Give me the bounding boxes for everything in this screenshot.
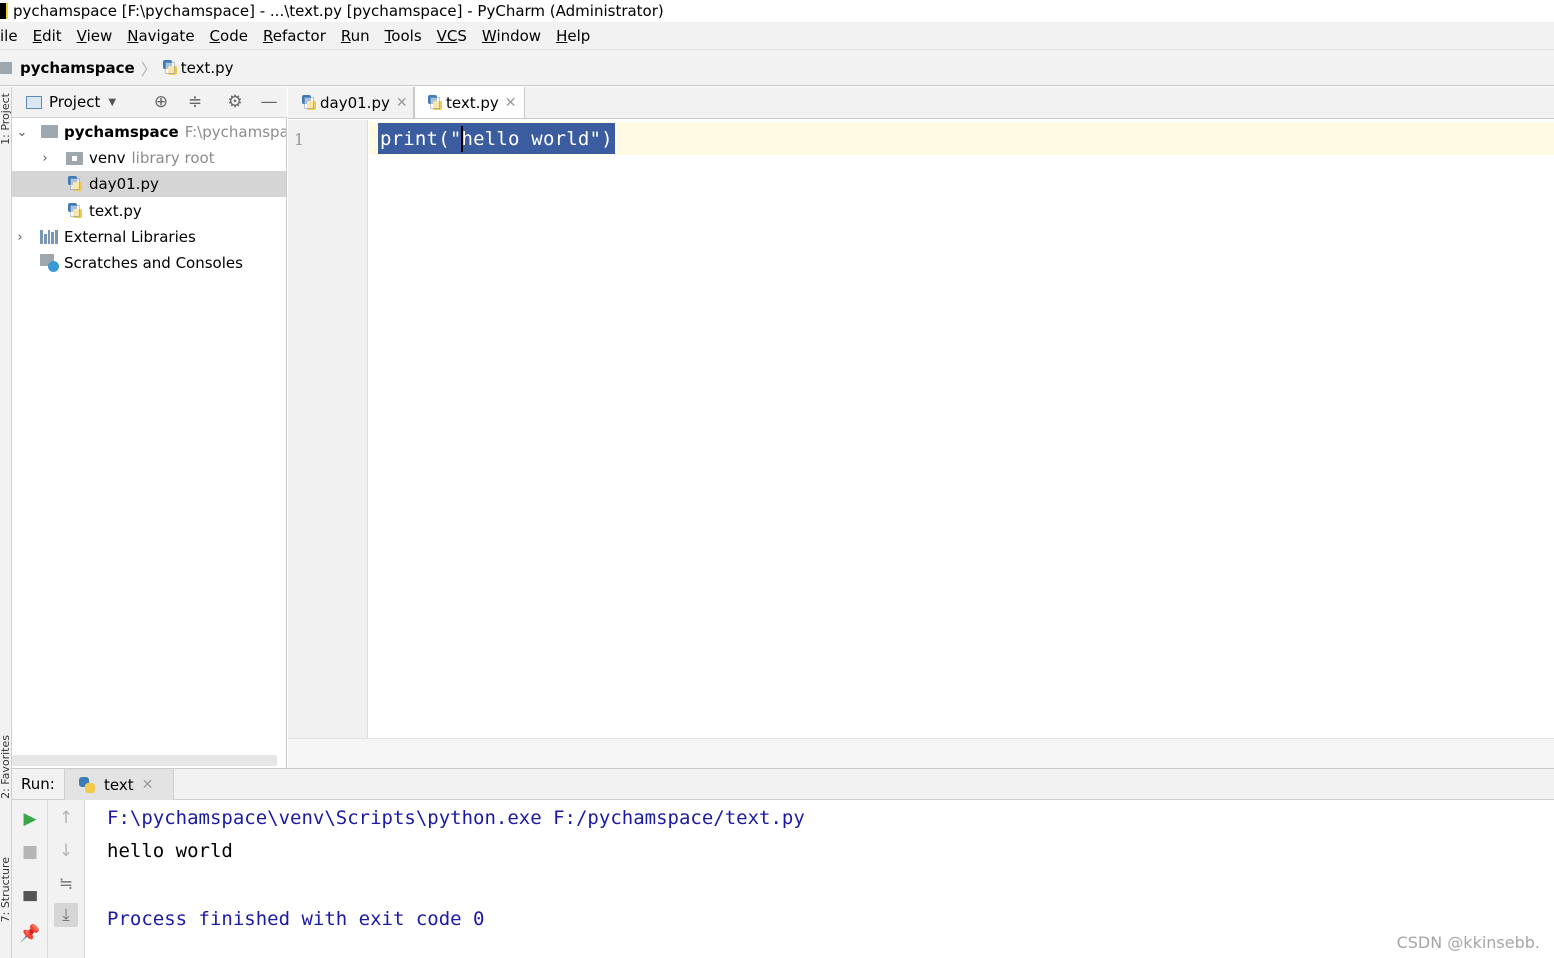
horizontal-scrollbar[interactable] [12,755,277,766]
console-exit-line: Process finished with exit code 0 [107,908,485,930]
run-tool-header: Run: text ✕ [12,768,1554,800]
tab-text[interactable]: text.py ✕ [414,87,525,118]
pin-icon[interactable]: 📌 [18,922,42,946]
python-icon [79,776,95,793]
soft-wrap-icon[interactable]: ≒ [54,872,78,896]
rerun-icon[interactable]: ▶ [18,807,42,831]
editor-bottom-area [288,738,1554,768]
python-file-icon [428,94,442,111]
chevron-right-icon[interactable]: › [39,151,51,166]
project-panel: Project ▼ ⊕ ≑ ⚙ — ⌄ pychamspace F:\pycham… [12,87,287,768]
line-number: 1 [294,130,305,149]
structure-tool-button[interactable]: 7: Structure [0,857,12,922]
watermark: CSDN @kkinsebb. [1396,933,1540,952]
tree-file-text: text.py [89,202,142,220]
scroll-to-end-icon[interactable]: ⤓ [54,903,78,927]
run-tab-text[interactable]: text ✕ [64,769,174,800]
breadcrumb-file[interactable]: text.py [181,59,234,77]
tree-file-day01: day01.py [89,175,159,193]
tab-day01-label: day01.py [320,93,390,112]
project-view-selector[interactable]: Project [49,93,100,111]
menu-run[interactable]: Run [334,27,378,45]
menu-edit[interactable]: Edit [26,27,70,45]
tree-scratches-and-consoles: Scratches and Consoles [64,254,243,272]
favorites-tool-button[interactable]: 2: Favorites [0,735,12,799]
tree-item-venv[interactable]: › venv library root [12,145,286,171]
gear-icon[interactable]: ⚙ [226,93,244,111]
hide-panel-icon[interactable]: — [260,93,278,111]
code-editor[interactable]: print("hello world") [369,120,1554,738]
run-label: Run: [21,775,55,793]
run-console[interactable]: F:\pychamspace\venv\Scripts\python.exe F… [86,800,1554,958]
run-tab-label: text [104,775,134,794]
editor-gutter: 1 [288,120,368,738]
breadcrumb-separator-icon: 〉 [140,59,157,79]
close-icon[interactable]: ✕ [142,777,154,793]
scratches-icon [40,254,59,272]
python-file-icon [302,94,316,111]
menu-window[interactable]: Window [475,27,549,45]
navigation-bar: pychamspace 〉 text.py [0,50,1554,86]
tree-venv-hint: library root [131,149,215,167]
folder-icon [41,125,58,138]
tree-root-path: F:\pychamspace [184,123,286,141]
run-toolbar-secondary: ↑ ↓ ≒ ⤓ [48,800,85,958]
tree-item-external-libraries[interactable]: › External Libraries [12,224,286,250]
venv-folder-icon [66,152,83,165]
tree-venv-name: venv [89,149,126,167]
dropdown-caret-icon[interactable]: ▼ [108,97,116,108]
breadcrumb-project[interactable]: pychamspace [20,59,135,77]
tree-item-day01[interactable]: day01.py [12,171,286,197]
text-caret [461,126,463,152]
project-tool-button[interactable]: 1: Project [0,93,12,145]
close-icon[interactable]: ✕ [505,95,517,111]
menu-help[interactable]: Help [549,27,598,45]
selected-code-line[interactable]: print("hello world") [378,123,615,154]
layout-icon[interactable]: ▄ [18,880,42,904]
menu-bar: ile Edit View Navigate Code Refactor Run… [0,22,1554,50]
code-text: print("hello world") [380,127,613,150]
up-arrow-icon[interactable]: ↑ [54,806,78,830]
console-output-line: hello world [107,840,233,862]
library-icon [40,230,58,244]
tab-day01[interactable]: day01.py ✕ [288,87,414,118]
tree-item-scratches[interactable]: Scratches and Consoles [12,250,286,276]
left-tool-strip: 1: Project 2: Favorites 7: Structure [0,87,12,958]
locate-file-icon[interactable]: ⊕ [152,93,170,111]
collapse-all-icon[interactable]: ≑ [186,93,204,111]
python-file-icon [162,59,177,76]
menu-navigate[interactable]: Navigate [120,27,202,45]
menu-file[interactable]: ile [0,27,26,45]
menu-vcs[interactable]: VCS [430,27,475,45]
tree-external-libraries: External Libraries [64,228,196,246]
tree-root-name: pychamspace [64,123,179,141]
console-command-line: F:\pychamspace\venv\Scripts\python.exe F… [107,807,805,829]
down-arrow-icon[interactable]: ↓ [54,839,78,863]
run-toolbar-primary: ▶ ■ ▄ 📌 [12,800,48,958]
menu-view[interactable]: View [70,27,121,45]
tree-item-text[interactable]: text.py [12,198,286,224]
editor-tab-bar: day01.py ✕ text.py ✕ [288,87,1554,119]
pycharm-app-icon [0,3,8,19]
python-file-icon [68,203,82,219]
tab-text-label: text.py [446,93,499,112]
python-file-icon [68,176,82,192]
project-panel-header: Project ▼ ⊕ ≑ ⚙ — [12,87,287,118]
project-view-icon [26,95,42,109]
chevron-down-icon[interactable]: ⌄ [16,125,28,140]
close-icon[interactable]: ✕ [396,95,408,111]
menu-refactor[interactable]: Refactor [256,27,334,45]
tree-item-root[interactable]: ⌄ pychamspace F:\pychamspace [12,119,286,145]
menu-code[interactable]: Code [203,27,256,45]
title-bar: pychamspace [F:\pychamspace] - ...\text.… [0,0,1554,22]
stop-icon[interactable]: ■ [18,840,42,864]
chevron-right-icon[interactable]: › [14,230,26,245]
window-title: pychamspace [F:\pychamspace] - ...\text.… [13,2,664,20]
folder-icon [0,61,12,74]
menu-tools[interactable]: Tools [378,27,430,45]
